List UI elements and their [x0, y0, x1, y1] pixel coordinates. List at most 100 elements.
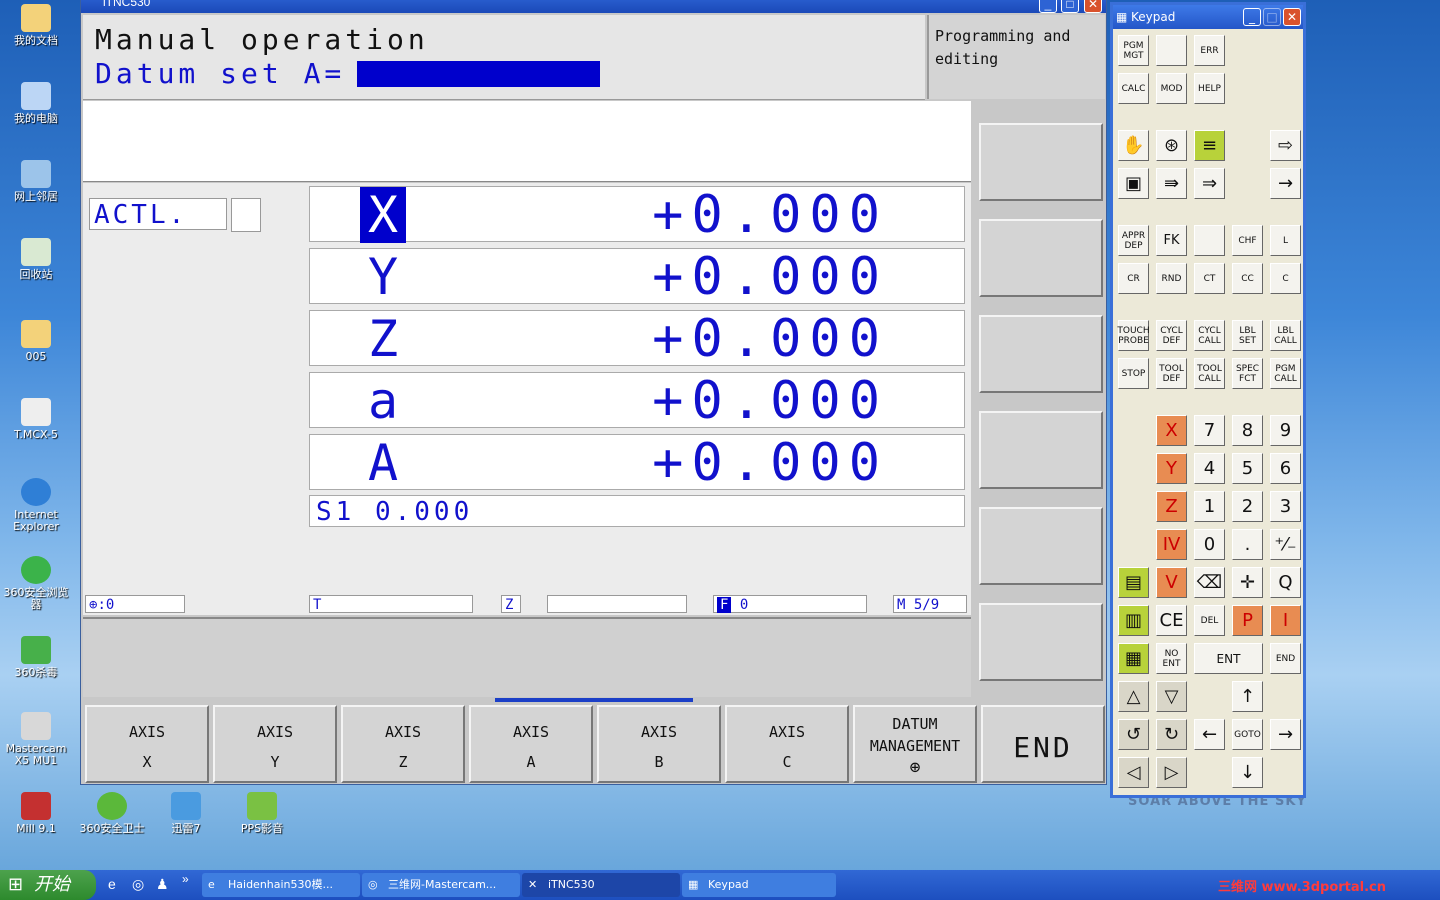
page-up-icon[interactable]: △ — [1118, 681, 1149, 712]
key-pgm-mgt[interactable]: PGM MGT — [1118, 35, 1149, 66]
close-button[interactable]: ✕ — [1084, 0, 1102, 13]
key-p[interactable]: P — [1232, 605, 1263, 636]
datum-input-field[interactable] — [357, 61, 600, 87]
key-cr[interactable]: CR — [1118, 263, 1149, 294]
key-5[interactable]: 5 — [1232, 453, 1263, 484]
arrow-up-icon[interactable]: ↑ — [1232, 681, 1263, 712]
desktop-icon-360-browser[interactable]: 360安全浏览器 — [0, 556, 72, 611]
key-no-ent[interactable]: NO ENT — [1156, 643, 1187, 674]
desktop-icon-360-antivirus[interactable]: 360杀毒 — [0, 636, 72, 679]
key-end[interactable]: END — [1270, 643, 1301, 674]
programming-mode[interactable]: Programming and editing — [927, 15, 1105, 99]
key-cycl-call[interactable]: CYCL CALL — [1194, 320, 1225, 351]
softkey-axis-x[interactable]: AXIS X — [85, 705, 209, 783]
softkey-axis-b[interactable]: AXIS B — [597, 705, 721, 783]
desktop-icon-360-safe[interactable]: 360安全卫士 — [76, 792, 148, 835]
key-touch-probe[interactable]: TOUCH PROBE — [1117, 320, 1150, 351]
full-sequence-icon[interactable]: ⇒ — [1194, 168, 1225, 199]
vertical-softkey-5[interactable] — [979, 507, 1103, 585]
desktop-icon-ie[interactable]: Internet Explorer — [0, 478, 72, 533]
key-goto[interactable]: GOTO — [1232, 719, 1263, 750]
key-lbl-call[interactable]: LBL CALL — [1270, 320, 1301, 351]
desktop-icon-my-computer[interactable]: 我的电脑 — [0, 82, 72, 125]
screen-layout-icon[interactable]: ▤ — [1118, 567, 1149, 598]
key-cc[interactable]: CC — [1232, 263, 1263, 294]
key-spec-fct[interactable]: SPEC FCT — [1232, 358, 1263, 389]
key-1[interactable]: 1 — [1194, 491, 1225, 522]
handwheel-icon[interactable]: ⊛ — [1156, 130, 1187, 161]
key-tool-def[interactable]: TOOL DEF — [1156, 358, 1187, 389]
prev-icon[interactable]: ◁ — [1118, 757, 1149, 788]
softkey-axis-y[interactable]: AXIS Y — [213, 705, 337, 783]
backspace-icon[interactable]: ⌫ — [1194, 567, 1225, 598]
desktop-icon-mastercam[interactable]: Mastercam X5 MU1 — [0, 712, 72, 767]
key-fk[interactable]: FK — [1156, 225, 1187, 256]
key-decimal[interactable]: . — [1232, 529, 1263, 560]
quick-launch-browser-icon[interactable]: ◎ — [132, 876, 144, 893]
keypad-close-button[interactable]: ✕ — [1283, 8, 1301, 26]
rotate-left-icon[interactable]: ↺ — [1118, 719, 1149, 750]
taskbar-item-itnc[interactable]: ✕ iTNC530 — [522, 873, 680, 897]
key-lbl-set[interactable]: LBL SET — [1232, 320, 1263, 351]
softkey-datum-management[interactable]: DATUM MANAGEMENT ⊕ — [853, 705, 977, 783]
key-plus-minus[interactable]: ⁺⁄₋ — [1270, 529, 1301, 560]
key-7[interactable]: 7 — [1194, 415, 1225, 446]
key-2[interactable]: 2 — [1232, 491, 1263, 522]
key-i[interactable]: I — [1270, 605, 1301, 636]
desktop-icon-recycle-bin[interactable]: 回收站 — [0, 238, 72, 281]
vertical-softkey-4[interactable] — [979, 411, 1103, 489]
quick-launch-ie-icon[interactable]: e — [108, 876, 116, 892]
key-0[interactable]: 0 — [1194, 529, 1225, 560]
softkey-axis-a[interactable]: AXIS A — [469, 705, 593, 783]
minimize-button[interactable]: _ — [1039, 0, 1057, 13]
keypad-titlebar[interactable]: ▦ Keypad _ □ ✕ — [1113, 5, 1303, 29]
desktop-icon-folder-005[interactable]: 005 — [0, 320, 72, 363]
keypad-minimize-button[interactable]: _ — [1243, 8, 1261, 26]
softkey-end[interactable]: END — [981, 705, 1105, 783]
key-ce[interactable]: CE — [1156, 605, 1187, 636]
quick-launch-qq-icon[interactable]: ♟ — [156, 876, 169, 893]
key-line[interactable]: L — [1270, 225, 1301, 256]
key-appr-dep[interactable]: APPR DEP — [1118, 225, 1149, 256]
key-tool-call[interactable]: TOOL CALL — [1194, 358, 1225, 389]
desktop-icon-tmcx5[interactable]: T.MCX-5 — [0, 398, 72, 441]
key-pgm-call[interactable]: PGM CALL — [1270, 358, 1301, 389]
key-help[interactable]: HELP — [1194, 73, 1225, 104]
key-mod[interactable]: MOD — [1156, 73, 1187, 104]
key-axis-x[interactable]: X — [1156, 415, 1187, 446]
quick-launch-more-icon[interactable]: » — [182, 872, 189, 886]
softkey-axis-c[interactable]: AXIS C — [725, 705, 849, 783]
key-8[interactable]: 8 — [1232, 415, 1263, 446]
rotate-right-icon[interactable]: ↻ — [1156, 719, 1187, 750]
page-down-icon[interactable]: ▽ — [1156, 681, 1187, 712]
key-ct[interactable]: CT — [1194, 263, 1225, 294]
taskbar-item-3dportal[interactable]: ◎ 三维网-Mastercam... — [362, 873, 520, 897]
key-axis-v[interactable]: V — [1156, 567, 1187, 598]
key-axis-y[interactable]: Y — [1156, 453, 1187, 484]
arrow-left-icon[interactable]: ← — [1194, 719, 1225, 750]
desktop-icon-network[interactable]: 网上邻居 — [0, 160, 72, 203]
vertical-softkey-2[interactable] — [979, 219, 1103, 297]
keypad-maximize-button[interactable]: □ — [1263, 8, 1281, 26]
softkey-switch-icon[interactable]: ▦ — [1118, 643, 1149, 674]
softkey-axis-z[interactable]: AXIS Z — [341, 705, 465, 783]
key-calc[interactable]: CALC — [1118, 73, 1149, 104]
start-button[interactable]: ⊞ 开始 — [0, 870, 96, 900]
desktop-icon-my-documents[interactable]: 我的文档 — [0, 4, 72, 47]
key-del[interactable]: DEL — [1194, 605, 1225, 636]
key-6[interactable]: 6 — [1270, 453, 1301, 484]
key-chf[interactable]: CHF — [1232, 225, 1263, 256]
maximize-button[interactable]: □ — [1061, 0, 1079, 13]
key-circle-c[interactable]: C — [1270, 263, 1301, 294]
arrow-right-icon[interactable]: → — [1270, 719, 1301, 750]
single-block-icon[interactable]: ⇛ — [1156, 168, 1187, 199]
taskbar-item-haidenhain[interactable]: e Haidenhain530模... — [202, 873, 360, 897]
key-axis-z[interactable]: Z — [1156, 491, 1187, 522]
key-rnd[interactable]: RND — [1156, 263, 1187, 294]
key-q[interactable]: Q — [1270, 567, 1301, 598]
taskbar-item-keypad[interactable]: ▦ Keypad — [682, 873, 836, 897]
program-run-icon[interactable]: ⇨ — [1270, 130, 1301, 161]
key-stop[interactable]: STOP — [1118, 358, 1149, 389]
positioning-mdi-icon[interactable]: ≡ — [1194, 130, 1225, 161]
key-3[interactable]: 3 — [1270, 491, 1301, 522]
